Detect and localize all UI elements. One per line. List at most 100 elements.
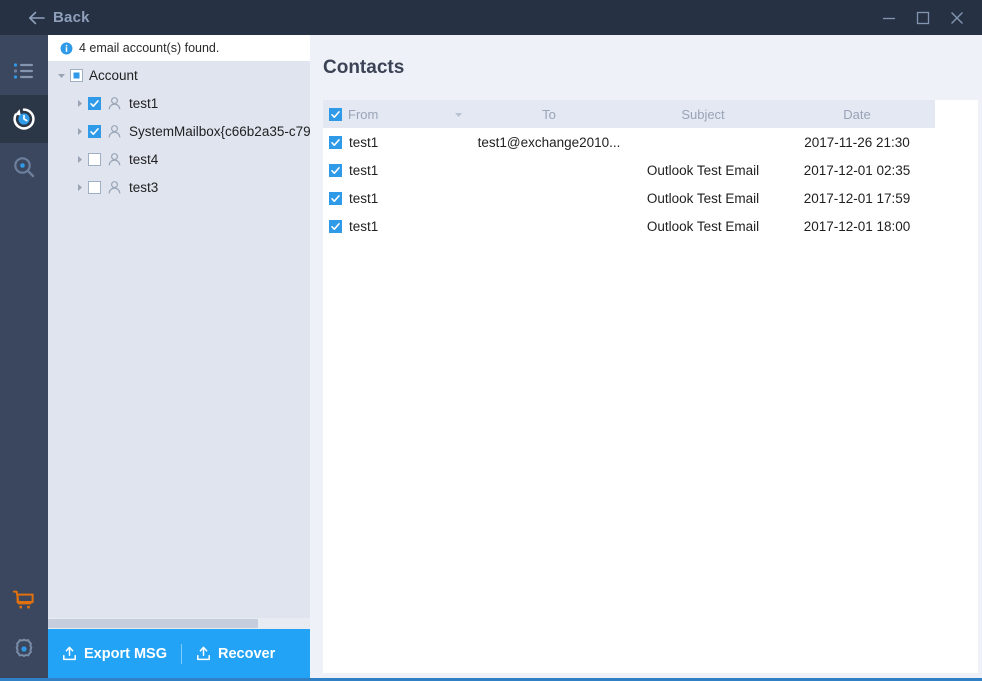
column-header-to-label: To [542,107,556,122]
checkbox-test3[interactable] [88,181,101,194]
close-icon [948,9,966,27]
info-circle-icon [60,42,73,55]
select-all-checkbox[interactable] [329,108,342,121]
sidebar-item-search[interactable] [0,143,48,191]
checkbox-systemmailbox[interactable] [88,125,101,138]
email-table: From To Subject Date [323,100,978,673]
cell-from-text: test1 [349,135,378,150]
page-title: Contacts [323,57,404,79]
info-bar-text: 4 email account(s) found. [79,41,219,55]
cell-from-text: test1 [349,219,378,234]
chevron-right-icon[interactable] [72,96,86,110]
chevron-down-icon[interactable] [54,68,68,82]
list-icon [12,59,36,83]
tree-node-test4-label: test4 [129,152,158,167]
info-bar: 4 email account(s) found. [48,35,310,61]
search-icon [12,155,36,179]
cell-date: 2017-12-01 17:59 [779,191,935,206]
tree-node-test1-label: test1 [129,96,158,111]
cell-date: 2017-12-01 02:35 [779,163,935,178]
content-panel: Contacts From To Subject [310,35,982,678]
tree-node-account-label: Account [89,68,138,83]
minimize-button[interactable] [874,3,904,33]
cell-from: test1 [323,163,471,178]
column-header-subject-label: Subject [681,107,724,122]
chevron-right-icon[interactable] [72,152,86,166]
row-checkbox[interactable] [329,192,342,205]
checkbox-account-partial[interactable] [70,69,83,82]
recover-button[interactable]: Recover [182,629,289,678]
window-controls [874,0,972,35]
upload-icon [62,646,77,661]
gear-icon [13,638,35,660]
export-msg-button[interactable]: Export MSG [48,629,181,678]
row-checkbox[interactable] [329,220,342,233]
close-button[interactable] [942,3,972,33]
sidebar-item-recovery[interactable] [0,95,48,143]
tree-node-test3[interactable]: test3 [48,173,310,201]
action-bar: Export MSG Recover [48,629,310,678]
cell-from: test1 [323,219,471,234]
history-restore-icon [11,106,37,132]
checkbox-test1[interactable] [88,97,101,110]
column-header-from-label: From [348,107,378,122]
column-header-subject[interactable]: Subject [627,107,779,122]
tree-node-test4[interactable]: test4 [48,145,310,173]
tree-node-test1[interactable]: test1 [48,89,310,117]
cell-subject: Outlook Test Email [627,219,779,234]
cell-from-text: test1 [349,163,378,178]
horizontal-scroll-thumb[interactable] [48,619,258,628]
row-checkbox[interactable] [329,164,342,177]
tree-node-test3-label: test3 [129,180,158,195]
user-icon [107,152,122,167]
column-header-date[interactable]: Date [779,107,935,122]
table-row[interactable]: test1 Outlook Test Email 2017-12-01 02:3… [323,156,935,184]
cell-date: 2017-12-01 18:00 [779,219,935,234]
sidebar-item-list[interactable] [0,47,48,95]
user-icon [107,96,122,111]
recover-label: Recover [218,646,275,662]
user-icon [107,180,122,195]
cell-from: test1 [323,135,471,150]
title-bar: Back [0,0,982,35]
cell-from: test1 [323,191,471,206]
tree-node-systemmailbox-label: SystemMailbox{c66b2a35-c794 [129,124,310,139]
sidebar-item-settings[interactable] [0,625,48,673]
maximize-icon [915,10,931,26]
shopping-cart-icon [12,589,36,613]
column-header-date-label: Date [843,107,870,122]
upload-icon [196,646,211,661]
table-header-row: From To Subject Date [323,100,935,128]
checkbox-test4[interactable] [88,153,101,166]
table-row[interactable]: test1 Outlook Test Email 2017-12-01 18:0… [323,212,935,240]
back-label: Back [53,9,90,26]
cell-from-text: test1 [349,191,378,206]
sort-descending-icon[interactable] [454,107,463,122]
application-window: Back [0,0,982,681]
maximize-button[interactable] [908,3,938,33]
back-button[interactable]: Back [28,9,90,26]
table-row[interactable]: test1 Outlook Test Email 2017-12-01 17:5… [323,184,935,212]
sidebar-rail-bottom [0,577,48,673]
chevron-right-icon[interactable] [72,180,86,194]
column-header-to[interactable]: To [471,107,627,122]
cell-to: test1@exchange2010... [471,135,627,150]
tree-horizontal-scrollbar[interactable] [48,618,310,629]
table-row[interactable]: test1 test1@exchange2010... 2017-11-26 2… [323,128,935,156]
user-icon [107,124,122,139]
account-tree: Account test1 [48,61,310,618]
cell-subject: Outlook Test Email [627,163,779,178]
row-checkbox[interactable] [329,136,342,149]
tree-node-systemmailbox[interactable]: SystemMailbox{c66b2a35-c794 [48,117,310,145]
chevron-right-icon[interactable] [72,124,86,138]
cell-subject: Outlook Test Email [627,191,779,206]
sidebar-rail-top [0,35,48,191]
sidebar-item-store[interactable] [0,577,48,625]
tree-node-account[interactable]: Account [48,61,310,89]
minimize-icon [881,10,897,26]
column-header-from[interactable]: From [323,107,471,122]
export-msg-label: Export MSG [84,646,167,662]
arrow-left-icon [28,10,46,26]
sidebar-rail [0,35,48,681]
cell-date: 2017-11-26 21:30 [779,135,935,150]
